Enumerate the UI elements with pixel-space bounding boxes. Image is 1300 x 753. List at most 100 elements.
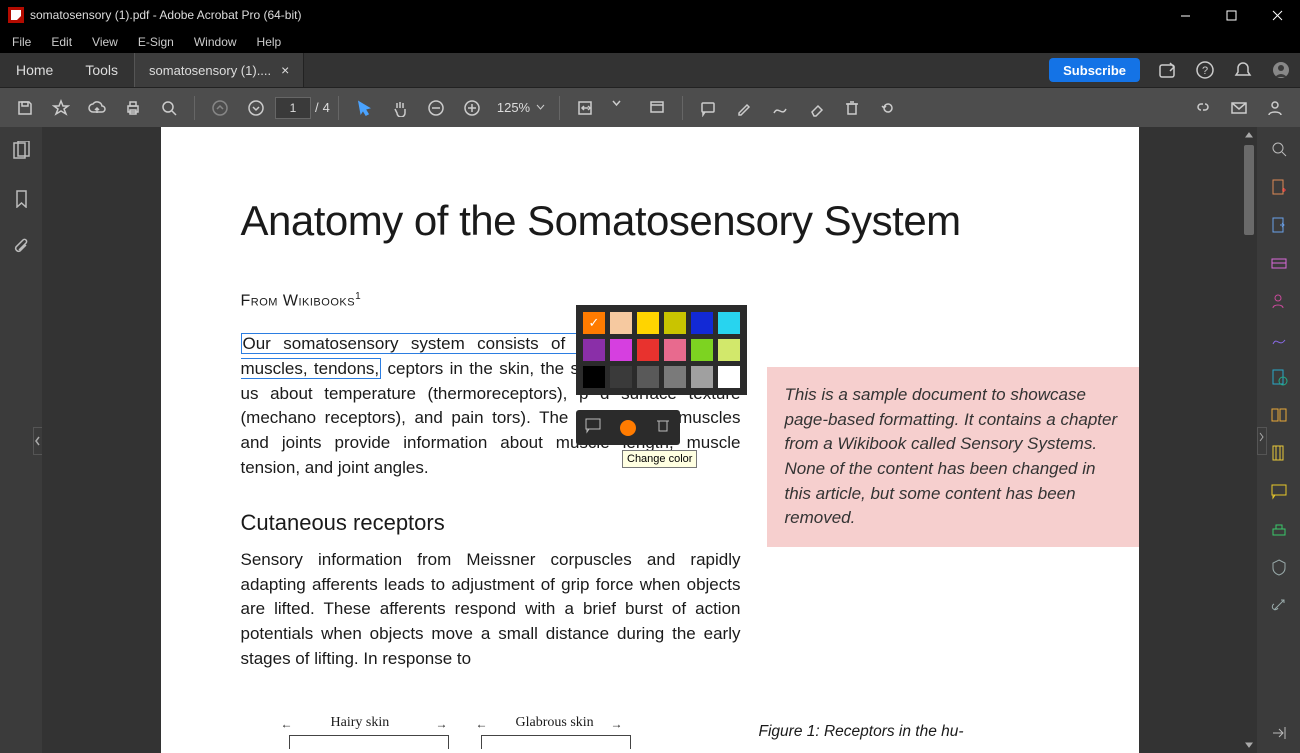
toolbar-separator [194,96,195,120]
menu-window[interactable]: Window [186,32,245,52]
menu-edit[interactable]: Edit [43,32,80,52]
rotate-left-icon[interactable] [871,92,905,124]
protect-icon[interactable] [1269,557,1289,577]
doc-paragraph-2-text: Sensory information from Meissner corpus… [241,550,741,668]
right-sidebar [1257,127,1300,753]
tab-close-icon[interactable]: × [281,62,289,78]
mini-comment-icon[interactable] [584,416,602,439]
color-swatch[interactable] [664,312,686,334]
toolbar-separator [559,96,560,120]
collapse-tools-icon[interactable] [1269,723,1289,743]
scroll-up-icon[interactable] [1241,127,1257,143]
menubar: File Edit View E-Sign Window Help [0,30,1300,53]
page-sep: / [315,100,319,115]
zoom-out-icon[interactable] [419,92,453,124]
mini-delete-icon[interactable] [654,416,672,439]
print-icon[interactable] [116,92,150,124]
find-icon[interactable] [152,92,186,124]
figure-caption: Figure 1: Receptors in the hu- [759,723,1099,741]
thumbnails-icon[interactable] [12,141,31,165]
minimize-button[interactable] [1162,0,1208,30]
menu-view[interactable]: View [84,32,126,52]
expand-right-panel[interactable] [1257,427,1267,455]
menu-help[interactable]: Help [249,32,290,52]
fig-label-hairy: Hairy skin [331,715,390,731]
request-signatures-icon[interactable] [1269,291,1289,311]
doc-source-text: From Wikibooks [241,292,356,309]
comment-icon[interactable] [691,92,725,124]
side-note-box: This is a sample document to showcase pa… [767,367,1139,547]
color-swatch[interactable] [718,312,740,334]
color-swatch[interactable] [610,366,632,388]
tab-document[interactable]: somatosensory (1).... × [134,53,304,87]
color-swatch[interactable] [583,366,605,388]
page-number-input[interactable] [275,97,311,119]
create-pdf-icon[interactable] [1269,177,1289,197]
color-swatch[interactable] [691,312,713,334]
link-icon[interactable] [1186,92,1220,124]
edit-pdf-icon[interactable] [1269,253,1289,273]
highlight-icon[interactable] [727,92,761,124]
more-tools-icon[interactable] [1269,595,1289,615]
tab-home[interactable]: Home [0,53,69,87]
maximize-button[interactable] [1208,0,1254,30]
zoom-in-icon[interactable] [455,92,489,124]
save-icon[interactable] [8,92,42,124]
color-swatch[interactable] [583,339,605,361]
color-swatch[interactable] [610,312,632,334]
read-mode-icon[interactable] [640,92,674,124]
color-swatch[interactable] [718,339,740,361]
attachments-icon[interactable] [12,237,31,261]
share-people-icon[interactable] [1258,92,1292,124]
color-swatch[interactable] [691,339,713,361]
star-icon[interactable] [44,92,78,124]
subscribe-button[interactable]: Subscribe [1049,58,1140,82]
zoom-select[interactable]: 125% [491,100,551,115]
close-window-button[interactable] [1254,0,1300,30]
cloud-upload-icon[interactable] [80,92,114,124]
color-swatch[interactable] [664,366,686,388]
hand-icon[interactable] [383,92,417,124]
page-down-icon[interactable] [239,92,273,124]
zoom-value: 125% [497,100,530,115]
search-tool-icon[interactable] [1269,139,1289,159]
delete-icon[interactable] [835,92,869,124]
email-icon[interactable] [1222,92,1256,124]
page-up-icon[interactable] [203,92,237,124]
menu-file[interactable]: File [4,32,39,52]
color-swatch[interactable] [718,366,740,388]
window-title: somatosensory (1).pdf - Adobe Acrobat Pr… [30,8,301,22]
help-icon[interactable]: ? [1186,53,1224,87]
mini-color-button[interactable] [620,420,636,436]
add-comment-icon[interactable] [1269,481,1289,501]
erase-icon[interactable] [799,92,833,124]
export-pdf-icon[interactable] [1269,215,1289,235]
color-swatch[interactable] [610,339,632,361]
color-swatch[interactable] [691,366,713,388]
fill-sign-icon[interactable] [1269,329,1289,349]
color-swatch[interactable] [637,339,659,361]
compress-icon[interactable] [1269,443,1289,463]
notifications-icon[interactable] [1224,53,1262,87]
vertical-scrollbar[interactable] [1241,127,1257,753]
doc-source-footnote: 1 [355,291,361,302]
scroll-down-icon[interactable] [1241,737,1257,753]
combine-files-icon[interactable] [1269,367,1289,387]
fit-dropdown-icon[interactable] [604,92,638,124]
bookmarks-icon[interactable] [12,189,31,213]
organize-pages-icon[interactable] [1269,405,1289,425]
menu-esign[interactable]: E-Sign [130,32,182,52]
color-picker-popup[interactable] [576,305,747,395]
pointer-icon[interactable] [347,92,381,124]
tab-tools[interactable]: Tools [69,53,134,87]
color-swatch[interactable] [637,312,659,334]
share-app-icon[interactable] [1148,53,1186,87]
color-swatch[interactable] [637,366,659,388]
color-swatch[interactable] [664,339,686,361]
stamp-icon[interactable] [1269,519,1289,539]
draw-icon[interactable] [763,92,797,124]
color-swatch[interactable] [583,312,605,334]
tooltip-change-color: Change color [622,450,697,468]
fit-width-icon[interactable] [568,92,602,124]
profile-icon[interactable] [1262,53,1300,87]
